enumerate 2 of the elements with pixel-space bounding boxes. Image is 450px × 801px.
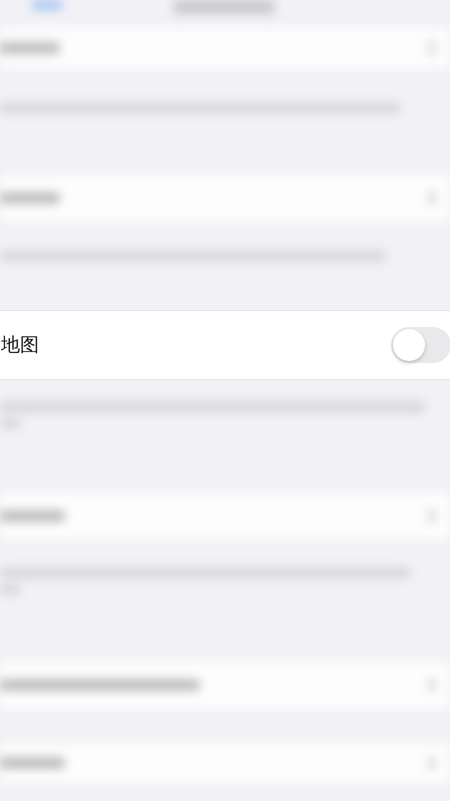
row-label: 地图 bbox=[1, 333, 39, 358]
toggle-switch[interactable] bbox=[391, 327, 450, 363]
